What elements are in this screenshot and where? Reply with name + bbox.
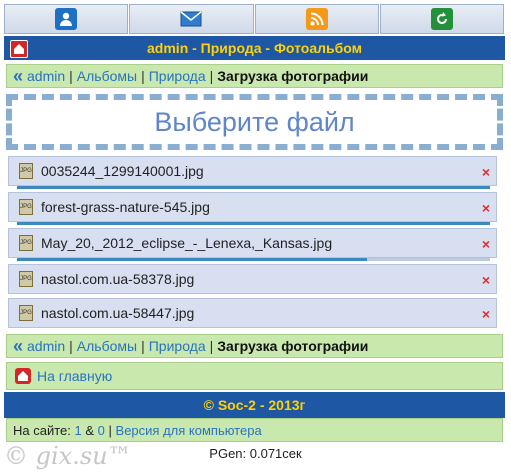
page-header: admin - Природа - Фотоальбом (4, 36, 505, 60)
delete-icon[interactable]: × (482, 236, 490, 252)
mail-button[interactable] (129, 4, 254, 34)
desktop-version-link[interactable]: Версия для компьютера (116, 423, 262, 438)
online-status: На сайте: 1 & 0 | Версия для компьютера (6, 418, 503, 442)
file-drop-zone[interactable]: Выберите файл (6, 94, 503, 150)
breadcrumb: « admin | Альбомы | Природа | Загрузка ф… (6, 64, 503, 88)
breadcrumb-bottom: « admin | Альбомы | Природа | Загрузка ф… (6, 334, 503, 358)
file-name: 0035244_1299140001.jpg (41, 163, 204, 179)
breadcrumb-current: Загрузка фотографии (217, 68, 369, 84)
jpg-file-icon: JPG (19, 163, 33, 179)
rss-button[interactable] (254, 4, 379, 34)
file-row: JPG 0035244_1299140001.jpg × (8, 156, 497, 189)
watermark: © gix.su™ (4, 442, 132, 470)
choose-file-label: Выберите файл (154, 106, 355, 137)
breadcrumb-nature[interactable]: Природа (149, 68, 206, 84)
home-icon (15, 368, 31, 384)
file-name: May_20,_2012_eclipse_-_Lenexa,_Kansas.jp… (41, 235, 333, 251)
back-link[interactable]: « (13, 337, 23, 355)
jpg-file-icon: JPG (19, 271, 33, 287)
home-link[interactable]: На главную (6, 362, 503, 390)
breadcrumb-nature[interactable]: Природа (149, 338, 206, 354)
breadcrumb-albums[interactable]: Альбомы (77, 68, 137, 84)
rss-icon (305, 8, 328, 30)
upload-progress (17, 258, 490, 261)
upload-progress (17, 186, 490, 189)
file-name: forest-grass-nature-545.jpg (41, 199, 210, 215)
file-row: JPG May_20,_2012_eclipse_-_Lenexa,_Kansa… (8, 228, 497, 261)
mail-icon (180, 8, 202, 30)
file-name: nastol.com.ua-58447.jpg (41, 305, 195, 321)
online-users-link[interactable]: 1 (75, 423, 82, 438)
delete-icon[interactable]: × (482, 306, 490, 322)
jpg-file-icon: JPG (19, 199, 33, 215)
top-nav (4, 4, 505, 34)
page-title: admin - Природа - Фотоальбом (147, 40, 362, 56)
profile-button[interactable] (4, 4, 129, 34)
refresh-button[interactable] (379, 4, 504, 34)
delete-icon[interactable]: × (482, 200, 490, 216)
breadcrumb-admin[interactable]: admin (27, 68, 65, 84)
home-icon[interactable] (10, 40, 28, 58)
file-row: JPG forest-grass-nature-545.jpg × (8, 192, 497, 225)
home-link-label: На главную (37, 368, 113, 384)
back-link[interactable]: « (13, 67, 23, 85)
delete-icon[interactable]: × (482, 164, 490, 180)
breadcrumb-current: Загрузка фотографии (217, 338, 369, 354)
upload-progress (17, 222, 490, 225)
file-name: nastol.com.ua-58378.jpg (41, 271, 195, 287)
jpg-file-icon: JPG (19, 235, 33, 251)
jpg-file-icon: JPG (19, 305, 33, 321)
online-guests-link[interactable]: 0 (98, 423, 105, 438)
file-row: JPG nastol.com.ua-58378.jpg × (8, 264, 497, 294)
file-row: JPG nastol.com.ua-58447.jpg × (8, 298, 497, 328)
refresh-icon (430, 8, 453, 30)
breadcrumb-admin[interactable]: admin (27, 338, 65, 354)
delete-icon[interactable]: × (482, 272, 490, 288)
breadcrumb-albums[interactable]: Альбомы (77, 338, 137, 354)
user-icon (55, 8, 78, 30)
footer-copyright: © Soc-2 - 2013г (4, 392, 505, 418)
